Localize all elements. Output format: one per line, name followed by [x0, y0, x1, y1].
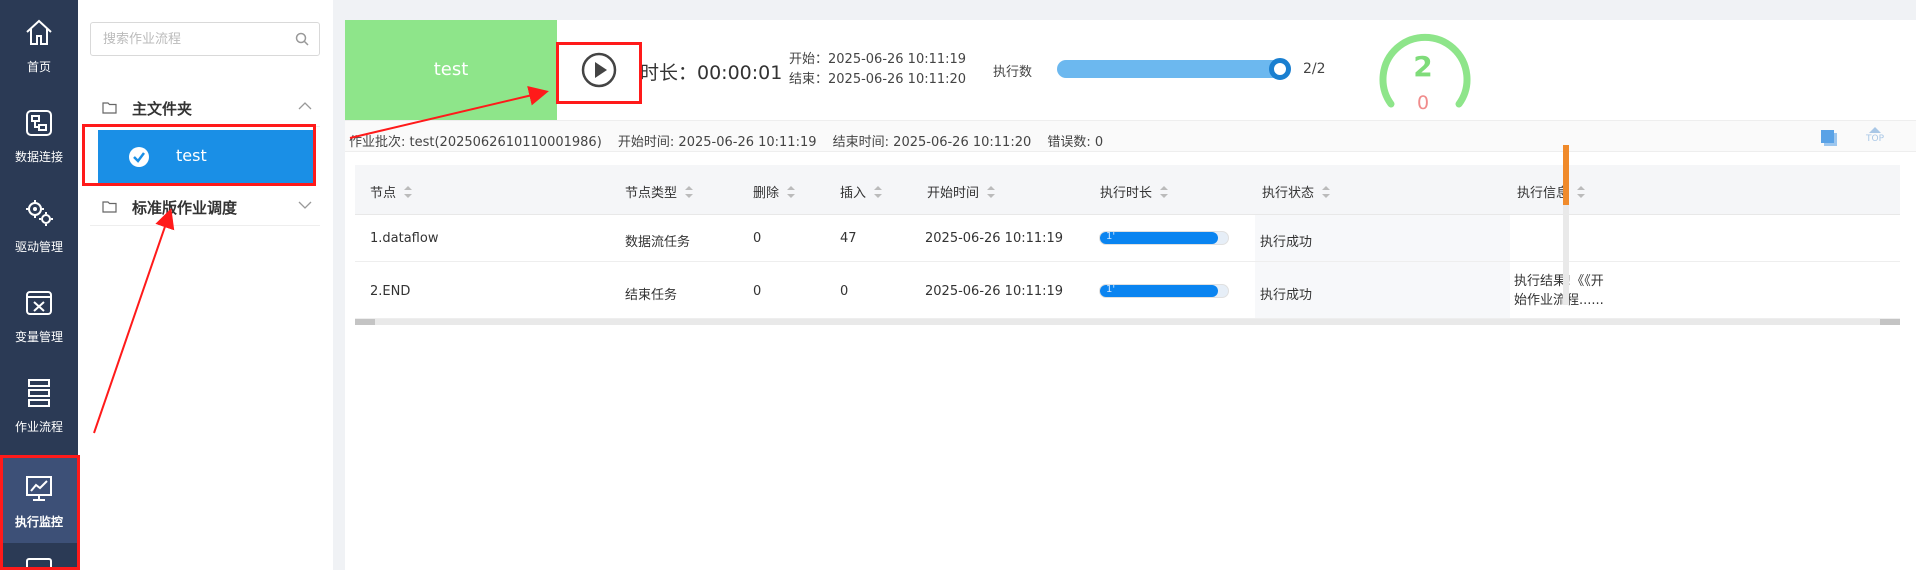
exec-count-label: 执行数 — [993, 65, 1033, 80]
search-input[interactable] — [91, 23, 281, 55]
folder-name: 标准版作业调度 — [132, 199, 238, 217]
scroll-thumb[interactable] — [1563, 145, 1569, 205]
nav-item-variable[interactable]: 变量管理 — [0, 270, 78, 358]
tree-item-label: test — [176, 146, 207, 165]
batch-info-bar: 作业批次: test(2025062610110001986) 开始时间: 20… — [345, 120, 1916, 152]
batch-info-text: 作业批次: test(2025062610110001986) 开始时间: 20… — [349, 131, 1115, 150]
batch-end: 结束时间: 2025-06-26 10:11:20 — [832, 135, 1032, 150]
scroll-thumb-left[interactable] — [355, 319, 375, 325]
column-header[interactable]: 开始时间 — [927, 182, 996, 201]
nav-item-data-connection[interactable]: 数据连接 — [0, 90, 78, 178]
column-header[interactable]: 删除 — [753, 182, 796, 201]
folder-main[interactable]: 主文件夹 — [90, 87, 320, 127]
exec-count-value: 2/2 — [1303, 61, 1326, 77]
start-time: 开始：2025-06-26 10:11:19 — [789, 52, 967, 67]
column-header[interactable]: 执行信息 — [1517, 182, 1586, 201]
cell-node: 2.END — [370, 284, 411, 299]
exec-progress-fill — [1057, 60, 1285, 78]
nav-item-label: 数据连接 — [14, 150, 63, 164]
more-nav-icon[interactable] — [26, 558, 52, 570]
table-row[interactable]: 2.END 结束任务 0 0 2025-06-26 10:11:19 1' 执行… — [355, 262, 1900, 319]
workflow-tree-panel: 主文件夹 test 标准版作业调度 — [78, 0, 333, 570]
back-to-top-button[interactable]: TOP — [1862, 127, 1888, 149]
end-time: 结束：2025-06-26 10:11:20 — [789, 72, 967, 87]
play-button[interactable] — [580, 51, 618, 89]
batch-id: 作业批次: test(2025062610110001986) — [349, 135, 602, 150]
folder-icon — [102, 201, 117, 213]
cell-start-time: 2025-06-26 10:11:19 — [925, 231, 1064, 246]
nav-item-home[interactable]: 首页 — [0, 0, 78, 88]
duration-bar: 1' — [1099, 231, 1229, 245]
column-header[interactable]: 节点类型 — [625, 182, 694, 201]
table-row[interactable]: 1.dataflow 数据流任务 0 47 2025-06-26 10:11:1… — [355, 215, 1900, 262]
arrow-up-icon — [1869, 127, 1881, 133]
exec-progress-handle — [1269, 58, 1291, 80]
nav-item-label: 变量管理 — [14, 330, 63, 344]
column-header[interactable]: 插入 — [840, 182, 883, 201]
cell-type: 数据流任务 — [625, 235, 691, 250]
nav-item-label: 首页 — [26, 60, 51, 74]
cell-deleted: 0 — [753, 231, 762, 246]
node-table: 节点 节点类型 删除 插入 开始时间 执行时长 执行状态 执行信息 1.data… — [355, 165, 1900, 325]
copy-icon[interactable] — [1819, 128, 1839, 148]
data-connection-icon — [26, 110, 52, 136]
scroll-thumb-right[interactable] — [1880, 319, 1900, 325]
duration-bar-fill — [1100, 285, 1218, 297]
left-nav: 首页 数据连接 驱动管理 变量管理 作业流程 执行监控 — [0, 0, 78, 570]
nav-item-driver[interactable]: 驱动管理 — [0, 180, 78, 268]
table-header: 节点 节点类型 删除 插入 开始时间 执行时长 执行状态 执行信息 — [355, 165, 1900, 215]
app-root: 首页 数据连接 驱动管理 变量管理 作业流程 执行监控 搜索作业流程 主文件夹 … — [0, 0, 1916, 570]
nav-item-monitor[interactable]: 执行监控 — [0, 455, 78, 543]
exec-progress-bar — [1057, 60, 1285, 78]
duration-bar: 1' — [1099, 284, 1229, 298]
column-header[interactable]: 节点 — [370, 182, 413, 201]
success-count: 2 — [1413, 50, 1433, 83]
folder-name: 主文件夹 — [132, 100, 193, 118]
cell-start-time: 2025-06-26 10:11:19 — [925, 284, 1064, 299]
cell-status: 执行成功 — [1260, 235, 1313, 250]
chevron-down-icon[interactable] — [298, 200, 312, 210]
start-end-times: 开始：2025-06-26 10:11:19 结束：2025-06-26 10:… — [789, 50, 966, 90]
workflow-icon — [28, 379, 50, 407]
job-name-banner: test — [345, 20, 557, 120]
error-count: 0 — [1416, 92, 1430, 114]
duration-bar-fill — [1100, 232, 1218, 244]
vertical-scrollbar[interactable] — [1563, 145, 1569, 305]
cell-deleted: 0 — [753, 284, 762, 299]
top-label: TOP — [1865, 134, 1884, 144]
search-box — [90, 22, 320, 56]
execution-monitor-panel: test 时长：00:00:01 开始：2025-06-26 10:11:19 … — [345, 20, 1916, 570]
tree-item-test[interactable]: test — [98, 130, 316, 183]
cell-inserted: 47 — [840, 231, 857, 246]
home-icon — [26, 19, 52, 45]
nav-item-label: 作业流程 — [14, 420, 63, 434]
chevron-up-icon[interactable] — [298, 101, 312, 111]
column-header[interactable]: 执行状态 — [1262, 182, 1331, 201]
duration-text: 时长：00:00:01 — [640, 62, 783, 84]
nav-item-workflow[interactable]: 作业流程 — [0, 360, 78, 448]
check-circle-icon — [129, 147, 149, 167]
folder-icon — [102, 102, 117, 114]
variable-icon — [26, 291, 52, 315]
cell-type: 结束任务 — [625, 288, 678, 303]
horizontal-scrollbar[interactable] — [355, 319, 1900, 325]
driver-gears-icon — [26, 200, 53, 226]
search-icon[interactable] — [295, 32, 309, 46]
nav-item-label: 执行监控 — [14, 515, 63, 529]
folder-standard[interactable]: 标准版作业调度 — [90, 186, 320, 226]
monitor-chart-icon — [26, 476, 52, 501]
cell-inserted: 0 — [840, 284, 849, 299]
nav-item-label: 驱动管理 — [14, 240, 63, 254]
batch-errors: 错误数: 0 — [1047, 135, 1104, 150]
batch-start: 开始时间: 2025-06-26 10:11:19 — [617, 135, 817, 150]
cell-node: 1.dataflow — [370, 231, 439, 246]
duration-label: 1' — [1106, 231, 1116, 242]
duration-label: 1' — [1106, 284, 1116, 295]
cell-status: 执行成功 — [1260, 288, 1313, 303]
column-header[interactable]: 执行时长 — [1100, 182, 1169, 201]
